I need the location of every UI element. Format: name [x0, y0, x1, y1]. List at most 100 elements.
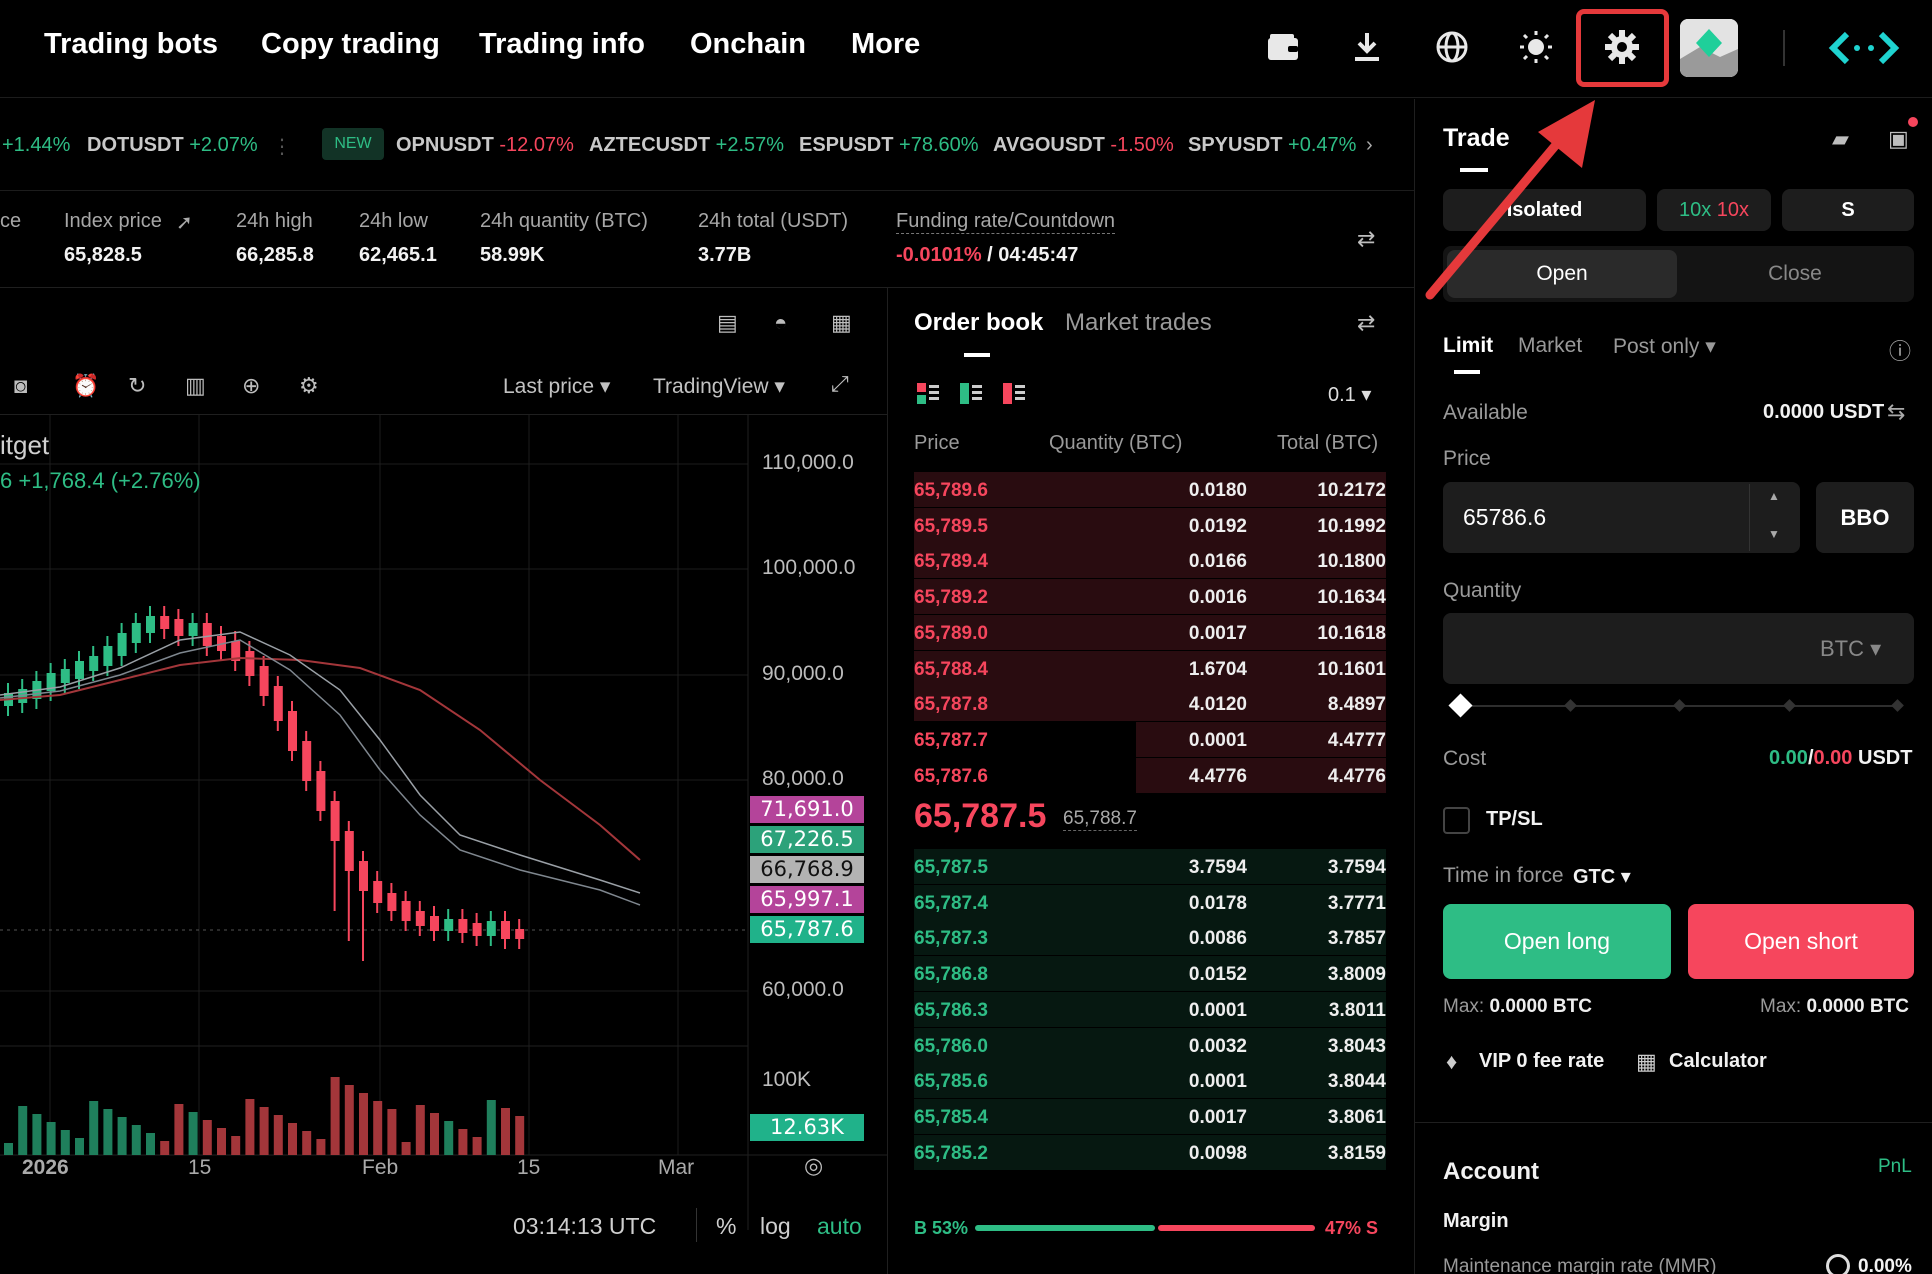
candle [458, 919, 468, 933]
volume-bar [316, 1139, 326, 1155]
ticker-next-icon[interactable]: › [1366, 134, 1373, 157]
orderbook-row[interactable]: 65,788.4 1.6704 10.1601 [914, 650, 1386, 686]
order-type-limit[interactable]: Limit [1443, 334, 1493, 358]
ticker-item[interactable]: OPNUSDT -12.07% [396, 134, 574, 157]
ticker-item[interactable]: AZTECUSDT +2.57% [589, 134, 784, 157]
volume-bar [387, 1109, 397, 1155]
gear-icon[interactable] [1601, 26, 1643, 68]
add-icon[interactable]: ⊕ [242, 373, 260, 399]
refresh-icon[interactable]: ↻ [128, 373, 146, 399]
stepper-up-icon[interactable]: ▲ [1768, 489, 1780, 503]
calculator-icon: ▦ [1636, 1049, 1657, 1074]
chart-engine-select[interactable]: TradingView ▾ [653, 374, 785, 399]
candle [401, 901, 411, 921]
ticker-item[interactable]: DOTUSDT +2.07% [87, 134, 258, 157]
calendar-icon[interactable]: ▥ [185, 373, 206, 399]
calculator-link[interactable]: Calculator [1669, 1050, 1767, 1073]
nav-copy-trading[interactable]: Copy trading [261, 28, 440, 61]
total-label: 24h total (USDT) [698, 210, 849, 232]
transfer-icon[interactable]: ⇆ [1887, 399, 1905, 425]
stepper-down-icon[interactable]: ▼ [1768, 527, 1780, 541]
ticker-item[interactable]: AVGOUSDT -1.50% [993, 134, 1174, 157]
card-icon[interactable]: ▰ [1832, 126, 1849, 152]
avatar[interactable] [1680, 19, 1738, 77]
vip-fee-link[interactable]: VIP 0 fee rate [1479, 1050, 1604, 1073]
both-sides-icon[interactable] [917, 383, 939, 405]
orderbook-row[interactable]: 65,787.4 0.0178 3.7771 [914, 884, 1386, 920]
alarm-icon[interactable]: ⏰ [72, 373, 99, 399]
orderbook-row[interactable]: 65,787.6 4.4776 4.4776 [914, 757, 1386, 793]
vol-tick: 100K [762, 1068, 812, 1091]
ticker-item[interactable]: +1.44% [2, 134, 70, 157]
orderbook-row[interactable]: 65,789.4 0.0166 10.1800 [914, 543, 1386, 579]
qty-slider-handle[interactable] [1448, 693, 1473, 718]
pnl-link[interactable]: PnL [1878, 1156, 1912, 1178]
volume-bar [146, 1133, 155, 1155]
ob-qty: 0.0017 [1188, 1106, 1247, 1128]
order-type-market[interactable]: Market [1518, 334, 1582, 358]
info-icon[interactable]: ⓘ [1889, 334, 1911, 366]
chart-change: 6 +1,768.4 (+2.76%) [0, 468, 201, 493]
ob-total: 3.8009 [1327, 964, 1386, 986]
orderbook-row[interactable]: 65,789.0 0.0017 10.1618 [914, 614, 1386, 650]
download-icon[interactable] [1346, 26, 1388, 68]
notice-icon[interactable]: ▣ [1888, 126, 1909, 152]
auto-toggle[interactable]: auto [817, 1213, 862, 1240]
price-tag: 66,768.9 [750, 856, 864, 883]
settings-sliders-icon[interactable]: ⇄ [1357, 226, 1375, 252]
camera-icon[interactable]: ◙ [14, 373, 27, 399]
wallet-icon[interactable] [1262, 26, 1304, 68]
orderbook-row[interactable]: 65,785.6 0.0001 3.8044 [914, 1063, 1386, 1099]
s-mode-button[interactable]: S [1782, 189, 1914, 231]
ob-total: 4.4777 [1327, 729, 1386, 751]
percent-toggle[interactable]: % [716, 1213, 736, 1240]
axis-settings-icon[interactable]: ◎ [804, 1153, 823, 1179]
globe-icon[interactable] [1431, 26, 1473, 68]
ob-settings-icon[interactable]: ⇄ [1357, 310, 1375, 336]
orderbook-row[interactable]: 65,789.2 0.0016 10.1634 [914, 579, 1386, 615]
bids-only-icon[interactable] [960, 383, 982, 405]
layout-icon[interactable]: ▦ [831, 310, 852, 336]
precision-select[interactable]: 0.1 ▾ [1328, 382, 1371, 407]
ticker-item[interactable]: ESPUSDT +78.60% [799, 134, 979, 157]
orderbook-row[interactable]: 65,787.5 3.7594 3.7594 [914, 849, 1386, 884]
logo[interactable] [1827, 28, 1901, 68]
expand-icon[interactable]: ⤢ [831, 371, 849, 397]
orderbook-row[interactable]: 65,786.8 0.0152 3.8009 [914, 956, 1386, 992]
tab-order-book[interactable]: Order book [914, 309, 1043, 337]
asks-only-icon[interactable] [1003, 383, 1025, 405]
bell-icon[interactable]: ◓ [774, 310, 787, 336]
order-type-post-only[interactable]: Post only ▾ [1613, 334, 1716, 359]
orderbook-row[interactable]: 65,787.3 0.0086 3.7857 [914, 920, 1386, 956]
orderbook-row[interactable]: 65,787.7 0.0001 4.4777 [914, 721, 1386, 757]
sun-icon[interactable] [1515, 26, 1557, 68]
price-source-select[interactable]: Last price ▾ [503, 374, 610, 399]
orderbook-row[interactable]: 65,785.2 0.0098 3.8159 [914, 1134, 1386, 1170]
tpsl-checkbox[interactable] [1443, 807, 1470, 834]
nav-more[interactable]: More [851, 28, 920, 61]
qty-unit-select[interactable]: BTC ▾ [1820, 636, 1881, 662]
orderbook-row[interactable]: 65,789.5 0.0192 10.1992 [914, 507, 1386, 543]
nav-trading-info[interactable]: Trading info [479, 28, 645, 61]
open-long-button[interactable]: Open long [1443, 904, 1671, 979]
open-short-button[interactable]: Open short [1688, 904, 1914, 979]
close-tab[interactable]: Close [1680, 250, 1910, 298]
orderbook-row[interactable]: 65,786.3 0.0001 3.8011 [914, 991, 1386, 1027]
orderbook-row[interactable]: 65,785.4 0.0017 3.8061 [914, 1098, 1386, 1134]
leverage-button[interactable]: 10x 10x [1657, 189, 1771, 231]
ticker-item[interactable]: SPYUSDT +0.47% [1188, 134, 1356, 157]
log-toggle[interactable]: log [760, 1213, 791, 1240]
chart-settings-icon[interactable]: ⚙ [299, 373, 319, 399]
tif-select[interactable]: GTC ▾ [1573, 864, 1631, 889]
low-value: 62,465.1 [359, 244, 437, 266]
orderbook-row[interactable]: 65,787.8 4.0120 8.4897 [914, 686, 1386, 722]
bbo-button[interactable]: BBO [1816, 482, 1914, 553]
note-icon[interactable]: ▤ [717, 310, 738, 336]
ob-qty: 0.0032 [1188, 1035, 1247, 1057]
nav-trading-bots[interactable]: Trading bots [44, 28, 218, 61]
tab-market-trades[interactable]: Market trades [1065, 309, 1212, 337]
cost-label: Cost [1443, 747, 1487, 770]
orderbook-row[interactable]: 65,786.0 0.0032 3.8043 [914, 1027, 1386, 1063]
nav-onchain[interactable]: Onchain [690, 28, 806, 61]
orderbook-row[interactable]: 65,789.6 0.0180 10.2172 [914, 472, 1386, 507]
